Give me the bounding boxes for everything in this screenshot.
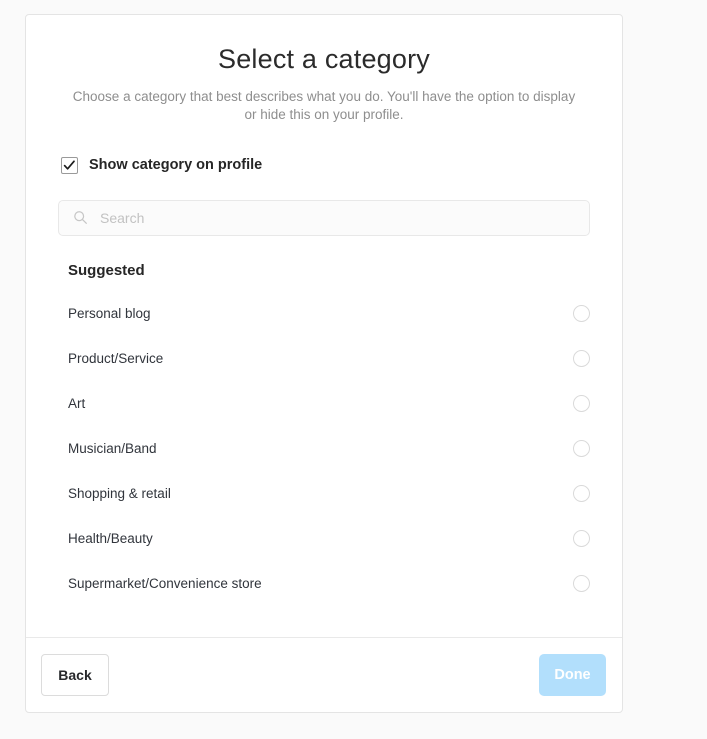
list-item[interactable]: Product/Service bbox=[26, 336, 622, 381]
show-category-checkbox[interactable] bbox=[61, 156, 78, 174]
category-label: Product/Service bbox=[68, 350, 164, 366]
category-radio[interactable] bbox=[573, 349, 590, 367]
back-button[interactable]: Back bbox=[41, 654, 109, 696]
list-item[interactable]: Shopping & retail bbox=[26, 471, 622, 516]
dialog-body: Select a category Choose a category that… bbox=[26, 15, 622, 637]
category-label: Musician/Band bbox=[68, 440, 157, 456]
search-field[interactable] bbox=[58, 199, 590, 236]
category-radio[interactable] bbox=[573, 394, 590, 412]
list-item[interactable]: Art bbox=[26, 381, 622, 426]
list-item[interactable]: Health/Beauty bbox=[26, 516, 622, 561]
category-radio[interactable] bbox=[573, 304, 590, 322]
list-item[interactable]: Musician/Band bbox=[26, 426, 622, 471]
category-label: Art bbox=[68, 395, 86, 411]
category-label: Personal blog bbox=[68, 305, 151, 321]
category-label: Supermarket/Convenience store bbox=[68, 575, 262, 591]
list-item[interactable]: Personal blog bbox=[26, 291, 622, 336]
page-subtitle: Choose a category that best describes wh… bbox=[72, 88, 576, 122]
search-input[interactable] bbox=[98, 199, 575, 236]
category-list: Personal blog Product/Service Art Musici… bbox=[26, 291, 622, 606]
check-icon bbox=[63, 160, 75, 170]
category-label: Health/Beauty bbox=[68, 530, 153, 546]
suggested-section-title: Suggested bbox=[68, 261, 145, 279]
list-item[interactable]: Supermarket/Convenience store bbox=[26, 561, 622, 606]
category-radio[interactable] bbox=[573, 574, 590, 592]
search-icon bbox=[74, 211, 87, 225]
category-radio[interactable] bbox=[573, 529, 590, 547]
show-category-on-profile-toggle[interactable]: Show category on profile bbox=[61, 156, 263, 174]
dialog-footer: Back Done bbox=[26, 637, 622, 712]
category-radio[interactable] bbox=[573, 484, 590, 502]
select-category-dialog: Select a category Choose a category that… bbox=[25, 14, 623, 713]
done-button[interactable]: Done bbox=[539, 654, 606, 696]
dialog-header: Select a category Choose a category that… bbox=[26, 15, 622, 124]
show-category-label: Show category on profile bbox=[89, 157, 263, 174]
category-label: Shopping & retail bbox=[68, 485, 171, 501]
page-title: Select a category bbox=[217, 44, 431, 74]
category-radio[interactable] bbox=[573, 439, 590, 457]
